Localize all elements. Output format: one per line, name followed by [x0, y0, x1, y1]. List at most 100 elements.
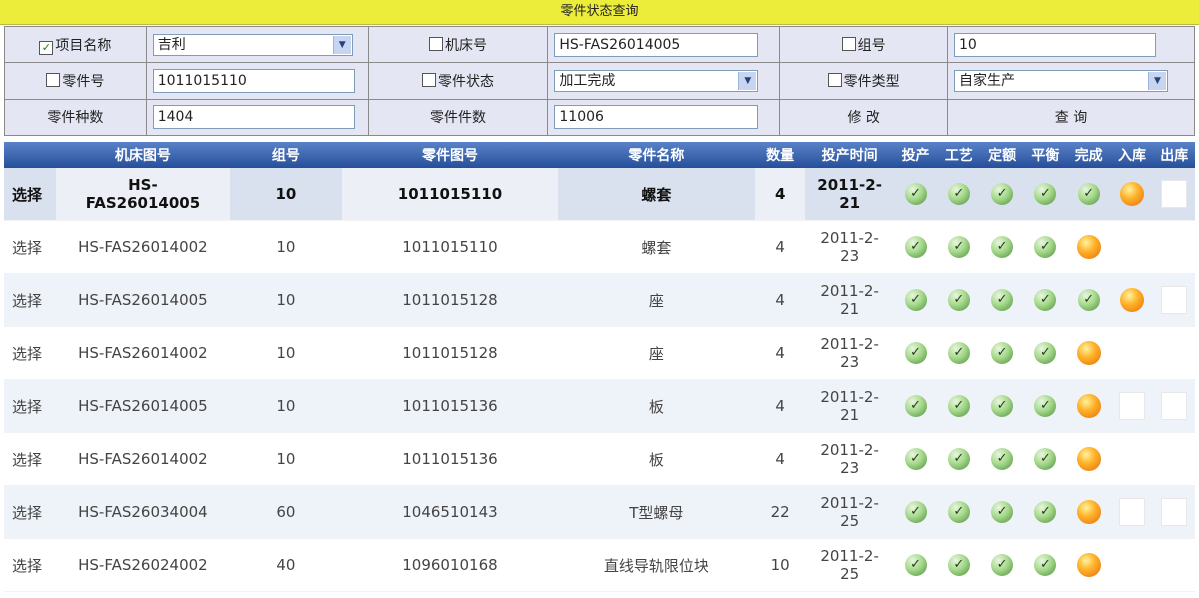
- col-header: 平衡: [1023, 142, 1068, 168]
- cell-name: 螺套: [557, 168, 755, 221]
- col-header: 出库: [1153, 142, 1195, 168]
- cell-status-process: ✓: [937, 379, 981, 433]
- select-link[interactable]: 选择: [4, 326, 57, 380]
- machine-checkbox[interactable]: [429, 36, 444, 51]
- empty-status-box: [1161, 392, 1188, 420]
- modify-button[interactable]: 修 改: [779, 98, 949, 137]
- part-status-select[interactable]: 加工完成 ▼: [554, 69, 759, 92]
- cell-status-process: ✓: [937, 432, 981, 486]
- check-icon: ✓: [904, 289, 927, 311]
- project-select-value: 吉利: [157, 36, 186, 53]
- cell-status-production: ✓: [893, 379, 938, 433]
- part-type-filter[interactable]: 零件类型: [779, 62, 949, 100]
- select-link[interactable]: 选择: [4, 220, 57, 274]
- kinds-label: 零件种数: [4, 98, 147, 137]
- check-icon: ✓: [947, 342, 970, 364]
- part-no-filter[interactable]: 零件号: [4, 62, 147, 100]
- part-status-filter[interactable]: 零件状态: [367, 62, 549, 100]
- cell-status-stock-out: [1153, 220, 1195, 274]
- count-label: 零件件数: [367, 98, 549, 137]
- check-icon: ✓: [1034, 183, 1057, 205]
- col-header: 零件图号: [342, 142, 558, 168]
- select-link[interactable]: 选择: [4, 379, 57, 433]
- cell-status-balance: ✓: [1023, 168, 1068, 221]
- check-icon: ✓: [904, 501, 927, 523]
- cell-status-quota: ✓: [980, 432, 1024, 486]
- group-checkbox[interactable]: [841, 36, 856, 51]
- filter-panel: ✓ 项目名称 吉利 ▼ 机床号 HS-FAS26014005 组号 10 零件号 1…: [4, 25, 1195, 137]
- cell-status-stock-out: [1153, 326, 1195, 380]
- project-checkbox[interactable]: ✓: [39, 40, 54, 55]
- cell-part-no: 1011015110: [342, 168, 558, 221]
- select-link[interactable]: 选择: [4, 432, 57, 486]
- cell-group: 10: [229, 326, 343, 380]
- table-row: 选择 HS-FAS26014002 10 1011015128 座 4 2011-2- 23…: [4, 326, 1195, 380]
- cell-status-complete: [1067, 538, 1111, 592]
- machine-input[interactable]: HS-FAS26014005: [554, 32, 759, 57]
- group-input[interactable]: 10: [954, 32, 1157, 57]
- cell-status-stock-out: [1153, 538, 1195, 592]
- part-status-checkbox[interactable]: [422, 72, 437, 87]
- table-row: 选择 HS- FAS26014005 10 1011015110 螺套 4 2011-2- …: [4, 168, 1195, 221]
- select-link[interactable]: 选择: [4, 168, 57, 221]
- part-type-checkbox[interactable]: [827, 72, 842, 87]
- table-row: 选择 HS-FAS26014005 10 1011015136 板 4 2011-2- 21…: [4, 379, 1195, 433]
- cell-status-balance: ✓: [1023, 538, 1068, 592]
- chevron-down-icon[interactable]: ▼: [1148, 71, 1167, 90]
- check-icon: ✓: [904, 236, 927, 258]
- project-select[interactable]: 吉利 ▼: [152, 33, 353, 56]
- col-header: 零件名称: [557, 142, 755, 168]
- check-icon: ✓: [991, 448, 1014, 470]
- part-type-select[interactable]: 自家生产 ▼: [954, 69, 1169, 92]
- cell-status-balance: ✓: [1023, 379, 1068, 433]
- cell-status-complete: ✓: [1067, 168, 1111, 221]
- cell-name: 螺套: [557, 220, 755, 274]
- empty-status-box: [1118, 498, 1145, 526]
- machine-filter[interactable]: 机床号: [367, 25, 549, 64]
- cell-status-stock-out: [1153, 432, 1195, 486]
- cell-status-balance: ✓: [1023, 220, 1068, 274]
- cell-status-process: ✓: [937, 220, 981, 274]
- cell-date: 2011-2- 21: [805, 379, 894, 433]
- query-button[interactable]: 查 询: [947, 98, 1195, 137]
- empty-status-box: [1161, 286, 1188, 314]
- orange-orb-icon: [1076, 553, 1101, 577]
- select-link[interactable]: 选择: [4, 485, 57, 539]
- kinds-field: 1404: [152, 105, 355, 130]
- col-header: 数量: [755, 142, 806, 168]
- check-icon: ✓: [991, 342, 1014, 364]
- cell-part-no: 1046510143: [342, 485, 558, 539]
- cell-qty: 4: [755, 326, 806, 380]
- cell-group: 10: [229, 168, 343, 221]
- chevron-down-icon[interactable]: ▼: [332, 35, 351, 54]
- cell-qty: 4: [755, 220, 806, 274]
- part-no-checkbox[interactable]: [46, 72, 61, 87]
- cell-machine: HS-FAS26014002: [56, 220, 230, 274]
- cell-group: 40: [229, 538, 343, 592]
- cell-status-process: ✓: [937, 485, 981, 539]
- select-link[interactable]: 选择: [4, 538, 57, 592]
- chevron-down-icon[interactable]: ▼: [738, 71, 757, 90]
- cell-date: 2011-2- 21: [805, 273, 894, 327]
- check-icon: ✓: [1034, 448, 1057, 470]
- orange-orb-icon: [1119, 182, 1144, 206]
- orange-orb-icon: [1076, 341, 1101, 365]
- table-header: 机床图号 组号 零件图号 零件名称 数量 投产时间 投产 工艺 定额 平衡 完成…: [4, 142, 1195, 168]
- check-icon: ✓: [1034, 395, 1057, 417]
- table-row: 选择 HS-FAS26014002 10 1011015136 板 4 2011-2- 23…: [4, 432, 1195, 486]
- cell-status-production: ✓: [893, 326, 938, 380]
- col-header: 工艺: [937, 142, 981, 168]
- cell-part-no: 1011015136: [342, 379, 558, 433]
- cell-status-balance: ✓: [1023, 326, 1068, 380]
- select-link[interactable]: 选择: [4, 273, 57, 327]
- check-icon: ✓: [904, 183, 927, 205]
- cell-part-no: 1096010168: [342, 538, 558, 592]
- project-filter[interactable]: ✓ 项目名称: [4, 25, 147, 64]
- part-status-select-value: 加工完成: [559, 72, 616, 89]
- group-filter[interactable]: 组号: [779, 25, 949, 64]
- part-no-input[interactable]: 1011015110: [152, 68, 355, 93]
- cell-status-stock-in: [1110, 220, 1154, 274]
- cell-status-stock-out: [1153, 273, 1195, 327]
- cell-status-process: ✓: [937, 168, 981, 221]
- cell-status-stock-in: [1110, 168, 1154, 221]
